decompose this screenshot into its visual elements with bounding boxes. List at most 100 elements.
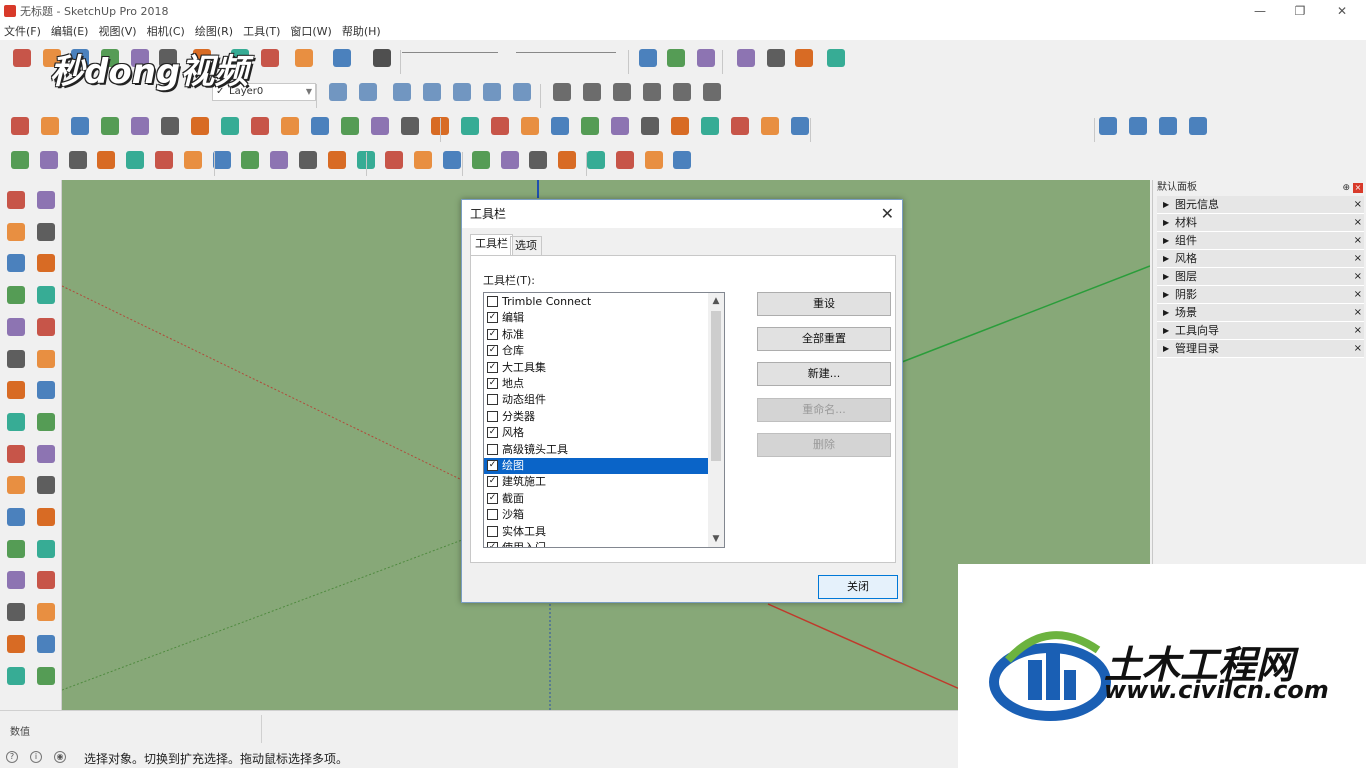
- panel-section-5[interactable]: ▶ 阴影 ×: [1157, 286, 1364, 304]
- drawing-tool-icon[interactable]: [37, 148, 61, 172]
- panel-section-2[interactable]: ▶ 组件 ×: [1157, 232, 1364, 250]
- checkbox[interactable]: ✓: [487, 476, 498, 488]
- panel-section-7[interactable]: ▶ 工具向导 ×: [1157, 322, 1364, 340]
- view-tool-icon[interactable]: [670, 80, 694, 104]
- menu-window[interactable]: 窗口(W): [290, 23, 331, 39]
- toolbar-list-item[interactable]: Trimble Connect: [484, 294, 708, 310]
- left-tool-icon[interactable]: [34, 347, 58, 371]
- drawing-tool-icon[interactable]: [670, 148, 694, 172]
- checkbox[interactable]: ✓: [487, 542, 498, 547]
- menu-file[interactable]: 文件(F): [4, 23, 41, 39]
- view-tool-icon[interactable]: [610, 80, 634, 104]
- drawing-tool-icon[interactable]: [469, 148, 493, 172]
- large-toolset-icon[interactable]: [728, 114, 752, 138]
- scroll-down-icon[interactable]: ▼: [708, 531, 724, 547]
- rename-button[interactable]: 重命名...: [757, 398, 891, 422]
- left-tool-icon[interactable]: [4, 505, 28, 529]
- large-toolset-icon[interactable]: [368, 114, 392, 138]
- large-toolset-icon[interactable]: [518, 114, 542, 138]
- drawing-tool-icon[interactable]: [296, 148, 320, 172]
- section-close-icon[interactable]: ×: [1354, 340, 1362, 358]
- dialog-close-button[interactable]: 关闭: [818, 575, 898, 599]
- toolbar-list-item[interactable]: ✓ 大工具集: [484, 360, 708, 376]
- drawing-tool-icon[interactable]: [181, 148, 205, 172]
- left-tool-icon[interactable]: [4, 442, 28, 466]
- list-scrollbar[interactable]: ▲ ▼: [708, 293, 724, 547]
- drawing-tool-icon[interactable]: [94, 148, 118, 172]
- drawing-tool-icon[interactable]: [267, 148, 291, 172]
- panel-section-4[interactable]: ▶ 图层 ×: [1157, 268, 1364, 286]
- large-toolset-icon[interactable]: [218, 114, 242, 138]
- checkbox[interactable]: [487, 394, 498, 406]
- section-close-icon[interactable]: ×: [1354, 322, 1362, 340]
- large-toolset-icon[interactable]: [488, 114, 512, 138]
- view-tool-icon[interactable]: [640, 80, 664, 104]
- warehouse-tool-icon[interactable]: [664, 46, 688, 70]
- left-tool-icon[interactable]: [34, 632, 58, 656]
- drawing-tool-icon[interactable]: [66, 148, 90, 172]
- left-tool-icon[interactable]: [4, 537, 28, 561]
- toolbar-list-item[interactable]: ✓ 标准: [484, 327, 708, 343]
- left-tool-icon[interactable]: [4, 315, 28, 339]
- checkbox[interactable]: [487, 509, 498, 521]
- location-tool-icon[interactable]: [824, 46, 848, 70]
- large-toolset-icon[interactable]: [638, 114, 662, 138]
- location-tool-icon[interactable]: [734, 46, 758, 70]
- checkbox[interactable]: ✓: [487, 460, 498, 471]
- checkbox[interactable]: ✓: [487, 361, 498, 373]
- drawing-tool-icon[interactable]: [325, 148, 349, 172]
- panel-section-6[interactable]: ▶ 场景 ×: [1157, 304, 1364, 322]
- large-toolset-icon[interactable]: [308, 114, 332, 138]
- warehouse-tool-icon[interactable]: [694, 46, 718, 70]
- checkbox[interactable]: ✓: [487, 345, 498, 357]
- left-tool-icon[interactable]: [4, 251, 28, 275]
- drawing-tool-icon[interactable]: [238, 148, 262, 172]
- large-toolset-icon[interactable]: [668, 114, 692, 138]
- toolbar-list-item[interactable]: 分类器: [484, 409, 708, 425]
- standard-tool-icon[interactable]: [330, 46, 354, 70]
- large-toolset-icon[interactable]: [248, 114, 272, 138]
- drawing-tool-icon[interactable]: [555, 148, 579, 172]
- reset-button[interactable]: 重设: [757, 292, 891, 316]
- drawing-tool-icon[interactable]: [613, 148, 637, 172]
- drawing-tool-icon[interactable]: [642, 148, 666, 172]
- left-tool-icon[interactable]: [34, 251, 58, 275]
- dialog-close-icon[interactable]: ✕: [881, 204, 894, 223]
- menu-draw[interactable]: 绘图(R): [195, 23, 233, 39]
- drawing-tool-icon[interactable]: [382, 148, 406, 172]
- toolbar-list-item[interactable]: ✓ 建筑施工: [484, 474, 708, 490]
- toolbar-list-item[interactable]: ✓ 使用入门: [484, 540, 708, 547]
- style-tool-icon[interactable]: [510, 80, 534, 104]
- toolbar-list-item[interactable]: 动态组件: [484, 392, 708, 408]
- close-window-button[interactable]: ✕: [1322, 0, 1362, 22]
- toolbar-list-item[interactable]: ✓ 仓库: [484, 343, 708, 359]
- opacity-slider[interactable]: [516, 52, 616, 53]
- toolbar-list[interactable]: ▲ ▼ Trimble Connect ✓ 编辑 ✓ 标准 ✓ 仓库 ✓ 大工具集 ✓ 地点 动态组件…: [483, 292, 725, 548]
- large-toolset-icon[interactable]: [398, 114, 422, 138]
- drawing-tool-icon[interactable]: [526, 148, 550, 172]
- checkbox[interactable]: ✓: [487, 328, 498, 340]
- view-cube-icon[interactable]: [1096, 114, 1120, 138]
- toolbar-list-item[interactable]: 沙箱: [484, 507, 708, 523]
- left-tool-icon[interactable]: [4, 410, 28, 434]
- user-account-icon[interactable]: ◉: [54, 751, 66, 763]
- left-tool-icon[interactable]: [4, 378, 28, 402]
- menu-camera[interactable]: 相机(C): [147, 23, 185, 39]
- menu-view[interactable]: 视图(V): [98, 23, 136, 39]
- tab-options[interactable]: 选项: [510, 236, 542, 256]
- checkbox[interactable]: ✓: [487, 312, 498, 324]
- large-toolset-icon[interactable]: [458, 114, 482, 138]
- large-toolset-icon[interactable]: [68, 114, 92, 138]
- large-toolset-icon[interactable]: [8, 114, 32, 138]
- large-toolset-icon[interactable]: [188, 114, 212, 138]
- style-tool-icon[interactable]: [450, 80, 474, 104]
- left-tool-icon[interactable]: [34, 664, 58, 688]
- left-tool-icon[interactable]: [34, 568, 58, 592]
- drawing-tool-icon[interactable]: [584, 148, 608, 172]
- view-cube-icon[interactable]: [1126, 114, 1150, 138]
- checkbox[interactable]: ✓: [487, 378, 498, 389]
- left-tool-icon[interactable]: [4, 347, 28, 371]
- left-tool-icon[interactable]: [4, 283, 28, 307]
- location-tool-icon[interactable]: [764, 46, 788, 70]
- pin-icon[interactable]: ⊕: [1342, 180, 1350, 196]
